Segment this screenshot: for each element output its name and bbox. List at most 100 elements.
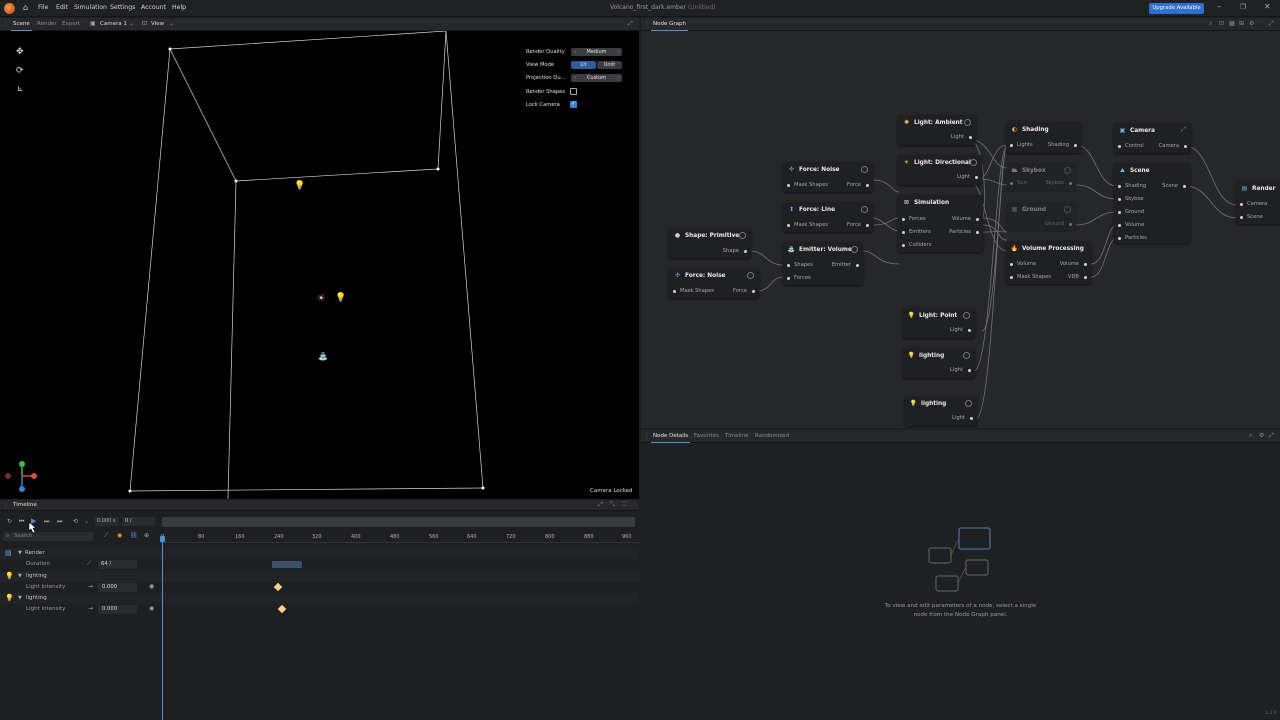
power-icon[interactable] xyxy=(963,352,970,359)
duration-clip[interactable] xyxy=(272,561,302,568)
power-icon[interactable] xyxy=(1064,206,1071,213)
out-socket[interactable] xyxy=(968,329,971,332)
light-intensity-field[interactable]: 0.000 xyxy=(98,583,137,592)
add-key-icon[interactable]: ⊕ xyxy=(144,532,149,539)
app-logo[interactable] xyxy=(4,3,15,14)
track-light-intensity[interactable]: Light Intensity → 0.000 ◉ xyxy=(0,604,639,615)
in-socket[interactable] xyxy=(1118,237,1121,240)
render-shapes-checkbox[interactable] xyxy=(570,88,577,95)
node-skybox[interactable]: ⛅ Skybox Sun Skybox xyxy=(1006,163,1076,190)
out-socket[interactable] xyxy=(1183,185,1186,188)
maximize-icon[interactable]: ❐ xyxy=(1240,3,1246,11)
time-field[interactable]: 0.000 s xyxy=(95,517,119,526)
target-icon[interactable]: ◉ xyxy=(117,532,122,539)
track-render[interactable]: ▤ ▼ Render xyxy=(0,548,639,559)
node-lighting[interactable]: 💡 lighting Light xyxy=(903,348,975,378)
node-scene[interactable]: ⛰ Scene Shading Scene Skybox Ground Volu… xyxy=(1114,163,1190,243)
drag-handle-icon[interactable]: ⋮ xyxy=(644,432,650,439)
node-emitter-volume[interactable]: ⛲ Emitter: Volume Shapes Emitter Forces xyxy=(783,242,863,285)
power-icon[interactable] xyxy=(747,272,754,279)
node-simulation[interactable]: ⊠ Simulation Forces Volume Emitters Part… xyxy=(898,195,983,252)
out-socket[interactable] xyxy=(866,184,869,187)
out-socket[interactable] xyxy=(976,231,979,234)
camera-select[interactable]: Camera 1 xyxy=(100,21,127,27)
eye-icon[interactable]: ◉ xyxy=(149,583,154,590)
power-icon[interactable] xyxy=(965,400,972,407)
in-socket[interactable] xyxy=(1118,185,1121,188)
collapse-icon[interactable]: ⤡ xyxy=(610,501,615,509)
timeline-scrubber-track[interactable] xyxy=(162,517,635,527)
out-socket[interactable] xyxy=(1084,276,1087,279)
node-ground[interactable]: ▦ Ground Ground xyxy=(1006,202,1076,230)
expand-arrow-icon[interactable]: ▼ xyxy=(18,550,22,556)
projection-select[interactable]: ‹ Custom › xyxy=(571,74,622,82)
out-socket[interactable] xyxy=(1069,223,1072,226)
chevron-down-icon[interactable]: ⌄ xyxy=(169,20,174,27)
directional-light-icon[interactable]: ☀ xyxy=(317,294,325,304)
node-lighting[interactable]: 💡 lighting Light xyxy=(905,396,977,426)
tab-render[interactable]: Render xyxy=(37,21,57,27)
in-socket[interactable] xyxy=(902,218,905,221)
upgrade-button[interactable]: Upgrade Available xyxy=(1149,3,1204,14)
in-socket[interactable] xyxy=(902,231,905,234)
eye-icon[interactable]: ◉ xyxy=(149,605,154,612)
keyframe-marker[interactable] xyxy=(273,582,283,592)
menu-simulation[interactable]: Simulation xyxy=(74,4,107,11)
view-mode-unlit-option[interactable]: Unlit xyxy=(597,61,622,69)
drag-handle-icon[interactable]: ⋮ xyxy=(3,502,9,509)
menu-settings[interactable]: Settings xyxy=(110,4,135,11)
chevron-down-icon[interactable]: ⌄ xyxy=(84,518,89,525)
out-socket[interactable] xyxy=(970,417,973,420)
minimize-icon[interactable]: – xyxy=(1217,2,1221,11)
menu-edit[interactable]: Edit xyxy=(56,4,68,11)
in-socket[interactable] xyxy=(1118,198,1121,201)
duration-field[interactable]: 64 / xyxy=(98,560,137,569)
arrow-right-icon[interactable]: → xyxy=(88,583,93,590)
expand-arrow-icon[interactable]: ▼ xyxy=(18,595,22,601)
power-icon[interactable] xyxy=(861,206,868,213)
in-socket[interactable] xyxy=(1240,203,1243,206)
in-socket[interactable] xyxy=(1240,216,1243,219)
in-socket[interactable] xyxy=(1010,276,1013,279)
emitter-icon[interactable]: ⛲ xyxy=(318,352,328,361)
settings-icon[interactable]: ⚙ xyxy=(1259,432,1264,439)
tab-scene[interactable]: Scene xyxy=(11,21,32,31)
playhead-handle[interactable] xyxy=(160,536,165,542)
repeat-icon[interactable]: ⟲ xyxy=(73,518,78,525)
render-quality-select[interactable]: ‹ Medium › xyxy=(571,48,622,56)
node-graph-panel[interactable]: ⋮ Node Graph ⌕ ⊡ ▦ ⊞ ⚙ ⤢ ✺ Light: Ambien… xyxy=(641,18,1280,428)
out-socket[interactable] xyxy=(969,136,972,139)
in-socket[interactable] xyxy=(1010,182,1013,185)
arrow-right-icon[interactable]: → xyxy=(88,605,93,612)
out-socket[interactable] xyxy=(1184,145,1187,148)
in-socket[interactable] xyxy=(787,224,790,227)
menu-file[interactable]: File xyxy=(38,4,48,11)
expand-arrow-icon[interactable]: ▼ xyxy=(18,573,22,579)
in-socket[interactable] xyxy=(902,244,905,247)
search-icon[interactable]: ⌕ xyxy=(1249,432,1252,440)
power-icon[interactable] xyxy=(970,159,977,166)
frame-field[interactable]: 0 / xyxy=(122,517,155,526)
node-force-line[interactable]: ⬆ Force: Line Mask Shapes Force xyxy=(783,202,873,232)
node-camera[interactable]: ▣ Camera ⤢ Control Camera xyxy=(1114,123,1191,153)
out-socket[interactable] xyxy=(752,290,755,293)
out-socket[interactable] xyxy=(976,218,979,221)
skip-back-icon[interactable]: ⏮ xyxy=(19,518,24,526)
home-icon[interactable]: ⌂ xyxy=(23,3,28,12)
curve-icon[interactable]: ⟋ xyxy=(87,560,91,568)
in-socket[interactable] xyxy=(1010,144,1013,147)
close-icon[interactable]: ✕ xyxy=(1264,2,1271,11)
out-socket[interactable] xyxy=(1084,263,1087,266)
link-icon[interactable]: ⛓ xyxy=(130,532,138,539)
node-shape-primitive[interactable]: ● Shape: Primitive Shape xyxy=(669,228,751,258)
expand-icon[interactable]: ⤢ xyxy=(1269,432,1274,440)
keyframe-marker[interactable] xyxy=(277,604,287,614)
power-icon[interactable] xyxy=(1064,167,1071,174)
menu-help[interactable]: Help xyxy=(172,4,186,11)
search-field[interactable]: ⌕ Search xyxy=(3,532,93,541)
out-socket[interactable] xyxy=(1074,144,1077,147)
menu-account[interactable]: Account xyxy=(141,4,166,11)
out-socket[interactable] xyxy=(866,224,869,227)
in-socket[interactable] xyxy=(787,264,790,267)
power-icon[interactable] xyxy=(851,246,858,253)
